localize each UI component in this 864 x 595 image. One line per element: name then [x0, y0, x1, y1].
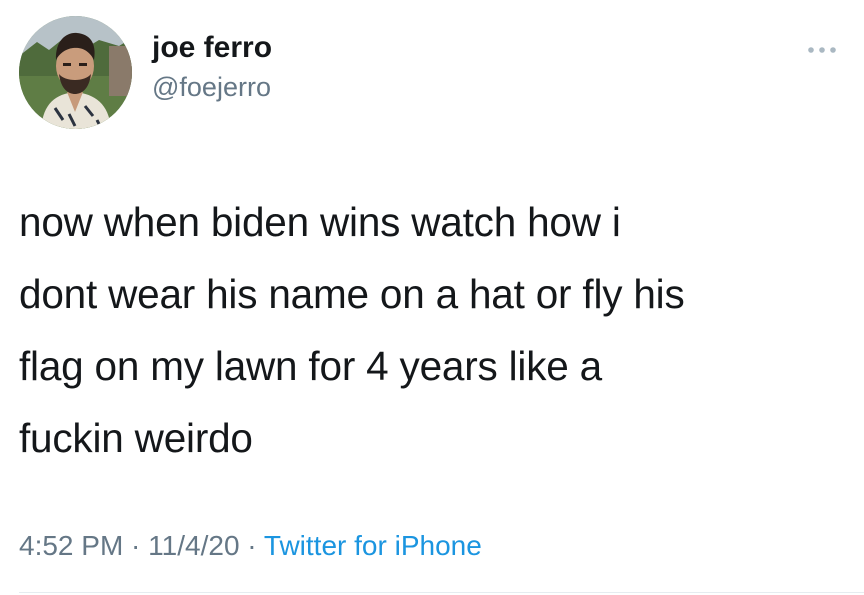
tweet-text: now when biden wins watch how i dont wea… [19, 186, 839, 474]
avatar-photo [19, 16, 132, 129]
tweet-author[interactable]: joe ferro @foejerro [152, 30, 272, 104]
tweet-time[interactable]: 4:52 PM [19, 530, 123, 561]
tweet-text-line: fuckin weirdo [19, 415, 253, 461]
divider [19, 592, 864, 593]
author-display-name[interactable]: joe ferro [152, 30, 272, 66]
meta-separator: · [239, 530, 264, 561]
tweet-text-line: flag on my lawn for 4 years like a [19, 343, 602, 389]
tweet-source-link[interactable]: Twitter for iPhone [264, 530, 482, 561]
meta-separator: · [123, 530, 149, 561]
avatar[interactable] [19, 16, 132, 129]
more-dots-icon [808, 47, 836, 53]
tweet-card: joe ferro @foejerro now when biden wins … [0, 0, 864, 595]
author-handle[interactable]: @foejerro [152, 70, 272, 104]
tweet-text-line: dont wear his name on a hat or fly his [19, 271, 685, 317]
tweet-metadata: 4:52 PM · 11/4/20 · Twitter for iPhone [19, 528, 482, 564]
tweet-date[interactable]: 11/4/20 [148, 530, 239, 561]
more-options-button[interactable] [805, 38, 839, 62]
tweet-text-line: now when biden wins watch how i [19, 199, 621, 245]
